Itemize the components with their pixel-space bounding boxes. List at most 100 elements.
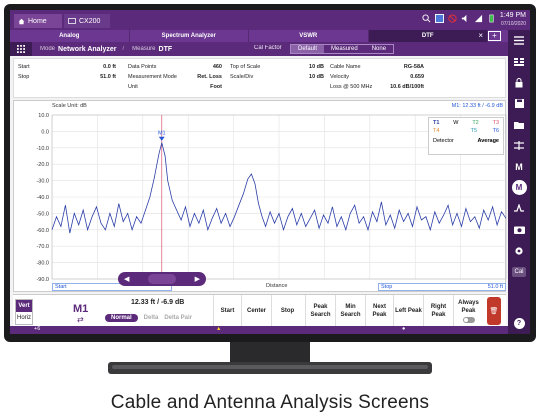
mode-delta[interactable]: Delta [144,315,159,321]
home-icon [18,18,25,24]
menu-button[interactable] [508,30,530,51]
x-start-label: Start [55,284,67,290]
param-col-scale: Top of Scale 10 dB Scale/Div 10 dB [230,62,324,82]
peak-button[interactable] [508,198,530,219]
param-row[interactable]: Data Points 460 [128,62,222,72]
legend-t3: T3 [492,120,499,126]
tab-analog[interactable]: Analog [10,30,130,42]
app-tab[interactable]: CX200 [64,14,110,28]
mode-normal[interactable]: Normal [105,314,138,322]
right-sidebar: M M Cal ? [508,30,530,334]
top-status-bar: Home CX200 1:49 PM 07/10/2020 [10,10,530,30]
tab-spectrum-analyzer[interactable]: Spectrum Analyzer [130,30,249,42]
cal-button[interactable]: Cal [508,261,530,282]
cal-factor-selector: Default Measured None [290,44,395,54]
marker-menu-button[interactable]: M [508,156,530,177]
x-stop-value: 51.0 ft [487,284,503,290]
tab-label: DTF [421,33,434,39]
active-marker-label[interactable]: M1 [73,303,88,315]
lock-button[interactable] [508,72,530,93]
save-button[interactable] [508,93,530,114]
marker-active-button[interactable]: M [508,177,530,198]
adjust-button[interactable] [508,135,530,156]
tab-vswr[interactable]: VSWR [249,30,369,42]
hamburger-icon [514,36,524,45]
toggle-switch-icon[interactable] [462,317,475,323]
location-icon[interactable]: ● [402,326,405,332]
measurement-tabs: Analog Spectrum Analyzer VSWR DTF × [10,30,508,42]
x-stop-label: Stop [381,284,393,290]
param-row[interactable]: Top of Scale 10 dB [230,62,324,72]
param-key: Cable Name [330,64,361,70]
start-button[interactable]: Start [213,295,241,327]
tab-dtf[interactable]: DTF × [368,30,488,42]
scroll-right-icon[interactable]: ▶ [195,275,200,283]
legend-row-2: T4 T5 T6 [429,126,503,134]
app-label: CX200 [79,17,101,25]
vert-option[interactable]: Vert [16,300,32,312]
dtf-plot-area[interactable]: Scale Unit: dB M1: 12.33 ft / -6.9 dB 10… [13,100,507,292]
layout-button[interactable] [508,51,530,72]
next-peak-button[interactable]: Next Peak [365,295,393,327]
folder-icon [514,121,524,129]
param-row[interactable]: Velocity 0.659 [330,72,424,82]
param-row[interactable]: Cable Name RG-58A [330,62,424,72]
tab-label: Spectrum Analyzer [161,33,216,39]
param-key: Unit [128,84,138,90]
min-search-button[interactable]: Min Search [335,295,365,327]
mode-delta-pair[interactable]: Delta Pair [164,315,192,321]
search-network-icon[interactable] [422,14,431,23]
param-key: Loss @ 500 MHz [330,84,373,90]
param-col-measurement: Data Points 460 Measurement Mode Ret. Loss… [128,62,222,92]
trace-legend[interactable]: T1 W T2 T3 T4 T5 T6 Detector Average [428,117,504,155]
detector-label: Detector [433,138,454,144]
no-wifi-icon[interactable] [448,14,457,23]
left-peak-button[interactable]: Left Peak [393,295,423,327]
mode-value[interactable]: Network Analyzer [58,46,116,53]
date-text: 07/10/2020 [500,21,526,27]
stop-button[interactable]: Stop [271,295,303,327]
help-icon: ? [513,318,525,329]
help-button[interactable]: ? [508,313,530,334]
softkey-bar: Vert Horiz M1 ⇄ 12.33 ft / -6.9 dB Norma… [13,294,506,327]
volume-icon[interactable] [461,14,470,23]
swap-arrows-icon[interactable]: ⇄ [77,315,84,324]
marker-scroller[interactable]: ◀ ▶ [118,272,206,286]
param-row[interactable]: Unit Foot [128,82,222,92]
right-peak-button[interactable]: Right Peak [423,295,453,327]
scroll-left-icon[interactable]: ◀ [124,275,129,283]
add-tab-button[interactable]: + [488,31,501,41]
settings-button[interactable] [508,240,530,261]
vert-horiz-toggle[interactable]: Vert Horiz [15,299,33,325]
warning-icon[interactable]: ▲ [216,326,221,332]
param-row[interactable]: Stop 51.0 ft [18,72,116,82]
x-stop-field[interactable]: Stop 51.0 ft [378,283,506,291]
cal-option-measured[interactable]: Measured [324,45,365,53]
mode-label: Mode [40,46,56,52]
center-button[interactable]: Center [241,295,271,327]
delete-marker-button[interactable]: 🗑 [487,297,501,325]
param-row[interactable]: Loss @ 500 MHz 10.6 dB/100ft [330,82,424,92]
scroll-thumb[interactable] [148,274,176,284]
param-row[interactable]: Start 0.0 ft [18,62,116,72]
always-peak-toggle[interactable]: Always Peak [453,295,483,327]
measure-value[interactable]: DTF [159,46,173,53]
close-tab-icon[interactable]: × [478,31,483,40]
home-label: Home [28,17,47,25]
param-row[interactable]: Measurement Mode Ret. Loss [128,72,222,82]
detector-value: Average [477,138,499,144]
home-tab[interactable]: Home [14,14,62,28]
cal-option-none[interactable]: None [365,45,393,53]
peak-search-button[interactable]: Peak Search [305,295,335,327]
horiz-option[interactable]: Horiz [16,312,32,324]
app-grid-button[interactable] [10,42,32,56]
y-tick-label: -10.0 [36,146,49,152]
cal-option-default[interactable]: Default [291,45,325,53]
param-row[interactable]: Scale/Div 10 dB [230,72,324,82]
legend-row-detector: Detector Average [429,134,503,144]
open-folder-button[interactable] [508,114,530,135]
screenshot-icon[interactable] [435,14,444,23]
param-value: Ret. Loss [197,74,222,80]
param-value: 0.0 ft [103,64,116,70]
camera-button[interactable] [508,219,530,240]
